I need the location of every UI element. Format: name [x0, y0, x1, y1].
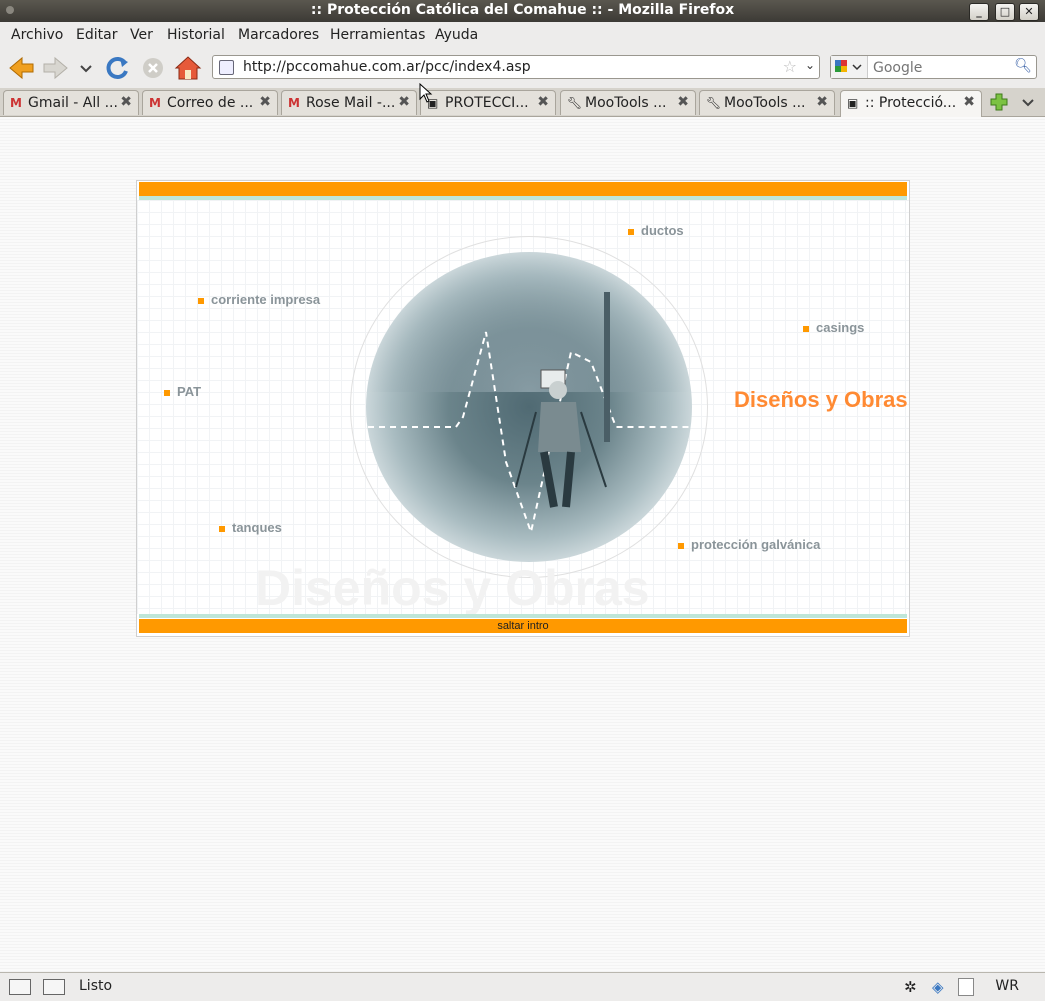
minimize-button[interactable]: _ [969, 3, 989, 21]
wrench-icon: 🔧︎ [706, 96, 722, 110]
tab-rose-mail[interactable]: M Rose Mail -... ✖ [281, 90, 417, 115]
status-text: Listo [79, 978, 113, 994]
top-orange-bar [139, 182, 907, 196]
back-button[interactable] [6, 54, 36, 82]
gmail-icon: M [149, 96, 161, 110]
window-titlebar: :: Protección Católica del Comahue :: - … [0, 0, 1045, 22]
tab-correo[interactable]: M Correo de ... ✖ [142, 90, 278, 115]
close-window-button[interactable]: ✕ [1019, 3, 1039, 21]
home-button[interactable] [173, 54, 203, 82]
back-arrow-icon [9, 56, 34, 80]
bullet-square-icon [198, 297, 204, 304]
mouse-cursor-icon [419, 83, 433, 103]
intro-banner: ductos corriente impresa casings PAT tan… [136, 180, 910, 637]
wrench-icon: 🔧︎ [567, 96, 583, 110]
menu-ver[interactable]: Ver [130, 27, 153, 43]
tab-list-button[interactable] [1018, 91, 1038, 113]
menu-archivo[interactable]: Archivo [11, 27, 63, 43]
menu-marcadores[interactable]: Marcadores [238, 27, 319, 43]
reload-icon [106, 57, 128, 79]
menu-herramientas[interactable]: Herramientas [330, 27, 425, 43]
search-engine-button[interactable] [831, 56, 868, 78]
worker-figure [366, 292, 692, 536]
close-tab-icon[interactable]: ✖ [259, 94, 271, 110]
menu-editar[interactable]: Editar [76, 27, 117, 43]
tab-label: :: Protecció... [865, 95, 957, 111]
search-bar[interactable]: 🔍︎ [830, 55, 1037, 79]
status-bar: Listo ✲ ◈ WR [0, 972, 1045, 1001]
bullet-square-icon [803, 325, 809, 332]
menu-ayuda[interactable]: Ayuda [435, 27, 478, 43]
close-tab-icon[interactable]: ✖ [537, 94, 549, 110]
intro-heading: Diseños y Obras [734, 387, 908, 412]
bug-icon[interactable]: ✲ [904, 978, 917, 996]
tab-label: Correo de ... [167, 95, 254, 111]
page-icon: ▣ [847, 96, 859, 110]
gmail-icon: M [288, 96, 300, 110]
tab-proteccion[interactable]: ▣ PROTECCI... ✖ [420, 90, 556, 115]
bullet-square-icon [219, 525, 225, 532]
address-bar[interactable]: http://pccomahue.com.ar/pcc/index4.asp ☆… [212, 55, 820, 79]
address-input[interactable]: http://pccomahue.com.ar/pcc/index4.asp [243, 59, 531, 75]
link-tanques[interactable]: tanques [219, 520, 282, 535]
search-input[interactable] [871, 58, 1015, 78]
reload-button[interactable] [103, 54, 133, 82]
home-icon [174, 56, 202, 80]
photo-circle [350, 236, 708, 578]
close-tab-icon[interactable]: ✖ [120, 94, 132, 110]
bookmark-star-icon[interactable]: ☆ [783, 57, 797, 76]
chevron-down-icon [1022, 99, 1034, 107]
link-casings[interactable]: casings [803, 320, 864, 335]
page-content: ductos corriente impresa casings PAT tan… [0, 117, 1045, 972]
tab-label: MooTools ... [724, 95, 806, 111]
site-identity-icon[interactable] [219, 60, 234, 75]
bullet-square-icon [678, 542, 684, 549]
intro-watermark: Diseños y Obras [255, 560, 650, 616]
status-indicator: WR [995, 978, 1019, 994]
menu-historial[interactable]: Historial [167, 27, 225, 43]
bullet-square-icon [628, 228, 634, 235]
worker-photo [366, 252, 692, 562]
skip-intro-link[interactable]: saltar intro [139, 619, 907, 633]
new-tab-button[interactable] [988, 91, 1010, 113]
tab-mootools-1[interactable]: 🔧︎ MooTools ... ✖ [560, 90, 696, 115]
close-tab-icon[interactable]: ✖ [816, 94, 828, 110]
history-dropdown-button[interactable] [76, 54, 96, 82]
window-title: :: Protección Católica del Comahue :: - … [310, 2, 735, 18]
stop-icon [143, 58, 163, 78]
link-proteccion-galvanica[interactable]: protección galvánica [678, 537, 820, 552]
bottom-mint-stripe [139, 614, 907, 618]
close-tab-icon[interactable]: ✖ [963, 94, 975, 110]
tab-mootools-2[interactable]: 🔧︎ MooTools ... ✖ [699, 90, 835, 115]
url-dropdown-icon[interactable]: ⌄ [805, 58, 815, 72]
forward-arrow-icon [43, 56, 68, 80]
navigation-toolbar: http://pccomahue.com.ar/pcc/index4.asp ☆… [0, 48, 1045, 88]
tab-bar: M Gmail - All ... ✖ M Correo de ... ✖ M … [0, 88, 1045, 117]
search-icon[interactable]: 🔍︎ [1014, 58, 1032, 74]
link-ductos[interactable]: ductos [628, 223, 684, 238]
notes-icon[interactable] [958, 978, 974, 996]
tab-proteccion-active[interactable]: ▣ :: Protecció... ✖ [840, 90, 982, 117]
tab-label: Rose Mail -... [306, 95, 396, 111]
tab-gmail[interactable]: M Gmail - All ... ✖ [3, 90, 139, 115]
chevron-down-icon [80, 65, 92, 73]
google-icon [835, 60, 862, 72]
tab-label: MooTools ... [585, 95, 667, 111]
tab-label: Gmail - All ... [28, 95, 118, 111]
link-corriente-impresa[interactable]: corriente impresa [198, 292, 320, 307]
close-tab-icon[interactable]: ✖ [677, 94, 689, 110]
compass-icon[interactable]: ◈ [932, 978, 944, 996]
link-pat[interactable]: PAT [164, 384, 201, 399]
sidebar-toggle-icon[interactable] [9, 979, 31, 995]
gmail-icon: M [10, 96, 22, 110]
forward-button[interactable] [41, 54, 71, 82]
maximize-button[interactable]: □ [995, 3, 1015, 21]
close-tab-icon[interactable]: ✖ [398, 94, 410, 110]
tab-label: PROTECCI... [445, 95, 529, 111]
bullet-square-icon [164, 389, 170, 396]
screen-ruler-icon[interactable] [43, 979, 65, 995]
plus-icon [990, 93, 1008, 111]
menu-bar: Archivo Editar Ver Historial Marcadores … [0, 22, 1045, 48]
stop-button[interactable] [138, 54, 168, 82]
